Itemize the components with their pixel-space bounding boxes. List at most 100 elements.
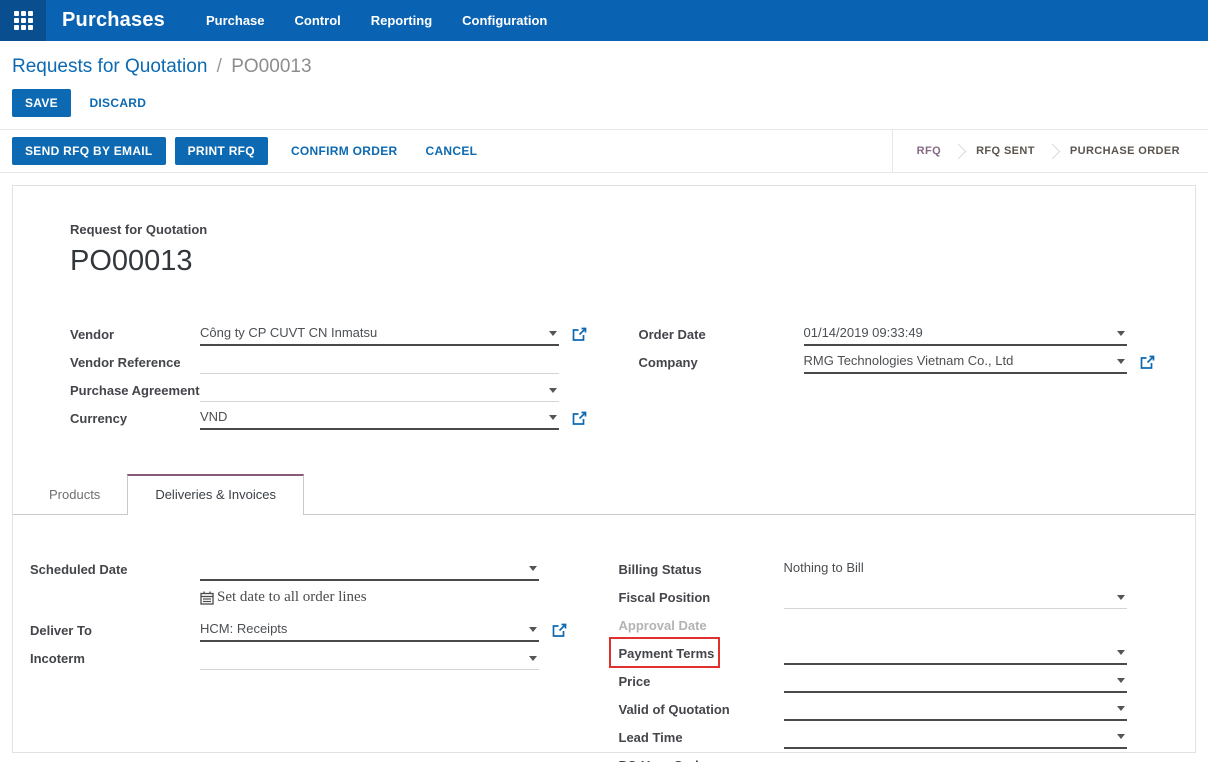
status-rfq-sent[interactable]: RFQ SENT xyxy=(966,145,1045,157)
deliver-to-label: Deliver To xyxy=(30,623,200,642)
save-button[interactable]: SAVE xyxy=(12,89,71,117)
set-date-all-lines-link[interactable]: Set date to all order lines xyxy=(200,589,367,606)
field-row-vendor-reference: Vendor Reference xyxy=(70,346,587,374)
external-link-icon xyxy=(552,623,567,638)
valid-of-quotation-input[interactable] xyxy=(784,700,1128,721)
field-row-payment-terms: Payment Terms xyxy=(619,637,1156,665)
vendor-reference-input[interactable] xyxy=(200,353,559,374)
caret-down-icon[interactable] xyxy=(549,331,557,336)
field-row-fiscal-position: Fiscal Position xyxy=(619,581,1156,609)
caret-down-icon[interactable] xyxy=(549,415,557,420)
caret-down-icon[interactable] xyxy=(1117,650,1125,655)
confirm-order-button[interactable]: CONFIRM ORDER xyxy=(277,137,412,165)
deliver-to-open-record[interactable] xyxy=(539,623,567,642)
po-user-code-input[interactable] xyxy=(784,756,1128,762)
company-open-record[interactable] xyxy=(1127,355,1155,374)
chevron-right-icon xyxy=(1045,143,1061,159)
price-input[interactable] xyxy=(784,672,1128,693)
caret-down-icon[interactable] xyxy=(549,388,557,393)
fiscal-position-input[interactable] xyxy=(784,588,1128,609)
field-row-scheduled-date: Scheduled Date xyxy=(30,553,567,581)
lead-time-label: Lead Time xyxy=(619,730,784,749)
caret-down-icon[interactable] xyxy=(1117,359,1125,364)
breadcrumb-parent[interactable]: Requests for Quotation xyxy=(12,56,207,77)
sheet-subtitle: Request for Quotation xyxy=(70,222,1155,237)
currency-label: Currency xyxy=(70,411,200,430)
caret-down-icon[interactable] xyxy=(529,566,537,571)
action-bar: SEND RFQ BY EMAIL PRINT RFQ CONFIRM ORDE… xyxy=(0,130,1208,173)
deliver-to-input[interactable]: HCM: Receipts xyxy=(200,621,539,642)
field-row-vendor: Vendor Công ty CP CUVT CN Inmatsu xyxy=(70,318,587,346)
edit-actions: SAVE DISCARD xyxy=(12,89,1196,117)
status-purchase-order[interactable]: PURCHASE ORDER xyxy=(1060,145,1190,157)
caret-down-icon[interactable] xyxy=(1117,678,1125,683)
breadcrumb-separator: / xyxy=(213,56,226,77)
currency-input[interactable]: VND xyxy=(200,409,559,430)
field-row-order-date: Order Date 01/14/2019 09:33:49 xyxy=(639,318,1156,346)
field-row-billing-status: Billing Status Nothing to Bill xyxy=(619,553,1156,581)
tab-products[interactable]: Products xyxy=(22,475,127,514)
notebook-tabs: Products Deliveries & Invoices xyxy=(13,474,1195,515)
approval-date-value xyxy=(784,616,1128,637)
set-date-link-label: Set date to all order lines xyxy=(217,589,367,606)
apps-grid-icon xyxy=(14,11,33,30)
lead-time-input[interactable] xyxy=(784,728,1128,749)
billing-status-label: Billing Status xyxy=(619,562,784,581)
field-row-incoterm: Incoterm xyxy=(30,642,567,670)
field-row-deliver-to: Deliver To HCM: Receipts xyxy=(30,614,567,642)
vendor-value: Công ty CP CUVT CN Inmatsu xyxy=(200,325,377,340)
currency-open-record[interactable] xyxy=(559,411,587,430)
chevron-right-icon xyxy=(951,143,967,159)
discard-button[interactable]: DISCARD xyxy=(75,89,160,117)
tab-deliveries-invoices[interactable]: Deliveries & Invoices xyxy=(127,474,304,515)
order-date-input[interactable]: 01/14/2019 09:33:49 xyxy=(804,325,1128,346)
payment-terms-label-text: Payment Terms xyxy=(619,646,715,661)
incoterm-input[interactable] xyxy=(200,649,539,670)
external-link-icon xyxy=(1140,355,1155,370)
po-user-code-label: PO User Code xyxy=(619,758,784,762)
vendor-reference-label: Vendor Reference xyxy=(70,355,200,374)
vendor-input[interactable]: Công ty CP CUVT CN Inmatsu xyxy=(200,325,559,346)
deliveries-invoices-panel: Scheduled Date xyxy=(13,515,1195,762)
apps-menu-button[interactable] xyxy=(0,0,46,41)
menu-control[interactable]: Control xyxy=(280,13,356,28)
breadcrumb: Requests for Quotation / PO00013 xyxy=(12,54,1196,80)
approval-date-label: Approval Date xyxy=(619,618,784,637)
caret-down-icon[interactable] xyxy=(1117,734,1125,739)
field-row-company: Company RMG Technologies Vietnam Co., Lt… xyxy=(639,346,1156,374)
send-rfq-by-email-button[interactable]: SEND RFQ BY EMAIL xyxy=(12,137,166,165)
order-date-label: Order Date xyxy=(639,327,804,346)
nav-menu: Purchase Control Reporting Configuration xyxy=(191,0,562,41)
status-rfq[interactable]: RFQ xyxy=(907,145,951,157)
incoterm-label: Incoterm xyxy=(30,651,200,670)
set-date-row: Set date to all order lines xyxy=(30,581,567,614)
valid-of-quotation-label: Valid of Quotation xyxy=(619,702,784,721)
print-rfq-button[interactable]: PRINT RFQ xyxy=(175,137,268,165)
app-name[interactable]: Purchases xyxy=(46,0,191,41)
company-label: Company xyxy=(639,355,804,374)
vendor-label: Vendor xyxy=(70,327,200,346)
currency-value: VND xyxy=(200,409,227,424)
company-input[interactable]: RMG Technologies Vietnam Co., Ltd xyxy=(804,353,1128,374)
cancel-button[interactable]: CANCEL xyxy=(412,137,492,165)
order-date-value: 01/14/2019 09:33:49 xyxy=(804,325,923,340)
menu-configuration[interactable]: Configuration xyxy=(447,13,562,28)
field-row-approval-date: Approval Date xyxy=(619,609,1156,637)
billing-status-value: Nothing to Bill xyxy=(784,560,1128,581)
caret-down-icon[interactable] xyxy=(1117,706,1125,711)
top-nav: Purchases Purchase Control Reporting Con… xyxy=(0,0,1208,41)
vendor-open-record[interactable] xyxy=(559,327,587,346)
caret-down-icon[interactable] xyxy=(529,656,537,661)
menu-purchase[interactable]: Purchase xyxy=(191,13,280,28)
caret-down-icon[interactable] xyxy=(1117,595,1125,600)
field-row-po-user-code: PO User Code xyxy=(619,749,1156,762)
external-link-icon xyxy=(572,327,587,342)
payment-terms-input[interactable] xyxy=(784,644,1128,665)
page-title: PO00013 xyxy=(70,245,1155,278)
purchase-agreement-input[interactable] xyxy=(200,381,559,402)
caret-down-icon[interactable] xyxy=(1117,331,1125,336)
caret-down-icon[interactable] xyxy=(529,627,537,632)
scheduled-date-input[interactable] xyxy=(200,560,539,581)
menu-reporting[interactable]: Reporting xyxy=(356,13,447,28)
control-panel: Requests for Quotation / PO00013 SAVE DI… xyxy=(0,41,1208,130)
